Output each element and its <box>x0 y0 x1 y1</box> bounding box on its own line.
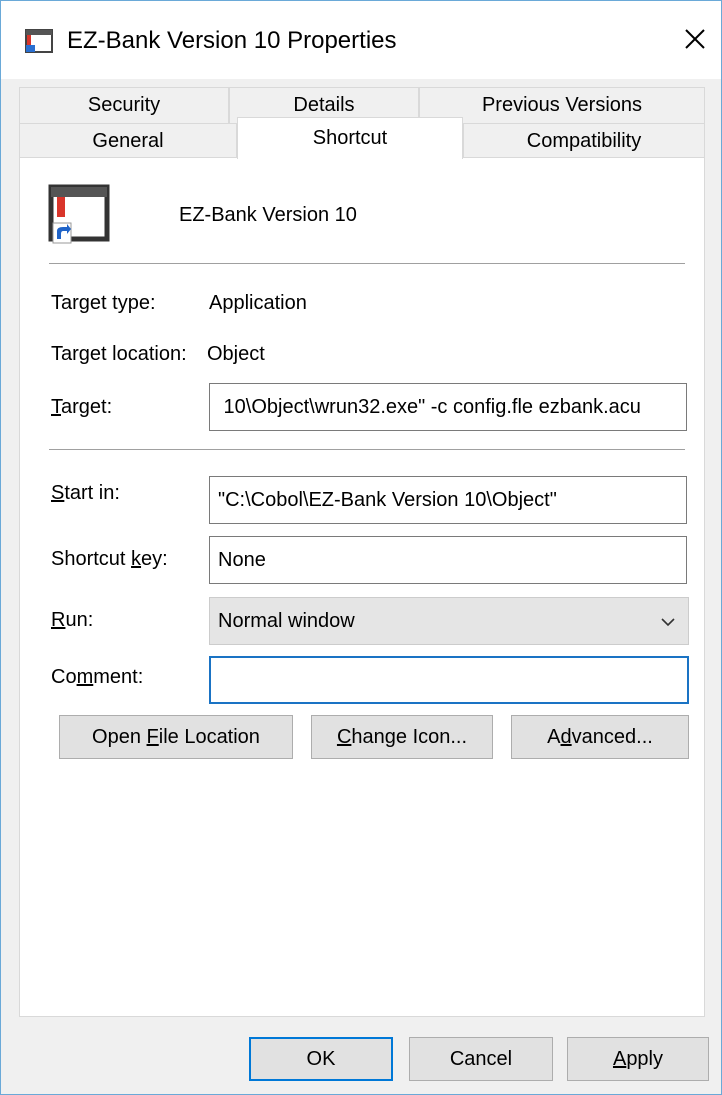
target-field[interactable]: 10\Object\wrun32.exe" -c config.fle ezba… <box>209 383 687 431</box>
shortcut-key-label: Shortcut key: <box>51 547 168 571</box>
tab-label: Security <box>87 94 161 116</box>
target-mnemonic: T <box>51 396 61 418</box>
apply-rest: pply <box>626 1047 664 1070</box>
target-label: Target: <box>51 395 112 419</box>
run-value: Normal window <box>218 609 355 632</box>
tab-label: Shortcut <box>312 127 388 149</box>
close-icon <box>685 29 705 49</box>
tab-label: Details <box>293 94 355 116</box>
shortcut-key-label-prefix: Shortcut <box>51 548 132 570</box>
tab-label: Previous Versions <box>481 94 643 116</box>
target-label-rest: arget: <box>61 396 113 418</box>
shortcut-app-icon <box>48 184 110 244</box>
ok-button[interactable]: OK <box>249 1037 393 1081</box>
title-bar[interactable]: EZ-Bank Version 10 Properties <box>1 1 721 79</box>
apply-button[interactable]: Apply <box>567 1037 709 1081</box>
separator-middle <box>49 449 685 450</box>
advanced-rest: vanced... <box>571 725 653 748</box>
run-label-rest: un: <box>65 609 94 631</box>
target-type-value: Application <box>209 292 307 314</box>
tab-security[interactable]: Security <box>19 87 229 123</box>
window-title: EZ-Bank Version 10 Properties <box>67 27 397 54</box>
change-icon-button[interactable]: Change Icon... <box>311 715 493 759</box>
cancel-label: Cancel <box>449 1047 513 1070</box>
shortcut-key-mnemonic: k <box>131 548 142 570</box>
tab-shortcut[interactable]: Shortcut <box>237 117 463 159</box>
advanced-button[interactable]: Ad vanced... <box>511 715 689 759</box>
shortcut-key-field[interactable]: None <box>209 536 687 584</box>
open-file-location-prefix: Open <box>92 725 147 748</box>
comment-label-prefix: Co <box>51 666 77 688</box>
comment-label-rest: ment: <box>93 666 144 688</box>
start-in-field[interactable]: "C:\Cobol\EZ-Bank Version 10\Object" <box>209 476 687 524</box>
tab-label: Compatibility <box>526 130 642 152</box>
shortcut-key-value: None <box>218 548 266 571</box>
separator-top <box>49 263 685 264</box>
target-type-label: Target type: <box>51 292 156 314</box>
start-in-mnemonic: S <box>51 482 65 504</box>
run-mnemonic: R <box>51 609 66 631</box>
open-file-location-rest: ile Location <box>158 725 260 748</box>
target-location-label: Target location: <box>51 343 187 365</box>
start-in-label-rest: tart in: <box>64 482 120 504</box>
tab-compatibility[interactable]: Compatibility <box>463 123 705 159</box>
open-file-location-button[interactable]: Open File Location <box>59 715 293 759</box>
open-file-location-mnemonic: F <box>146 725 159 748</box>
shortcut-name: EZ-Bank Version 10 <box>179 204 357 226</box>
comment-mnemonic: m <box>76 666 94 688</box>
apply-mnemonic: A <box>612 1047 627 1070</box>
advanced-mnemonic: d <box>560 725 572 748</box>
target-value: 10\Object\wrun32.exe" -c config.fle ezba… <box>218 395 641 418</box>
start-in-label: Start in: <box>51 481 120 505</box>
target-location-value: Object <box>207 343 265 365</box>
run-label: Run: <box>51 608 93 632</box>
shortcut-key-label-rest: ey: <box>141 548 168 570</box>
properties-dialog: EZ-Bank Version 10 Properties Security D… <box>0 0 722 1095</box>
start-in-value: "C:\Cobol\EZ-Bank Version 10\Object" <box>218 488 557 511</box>
change-icon-mnemonic: C <box>336 725 352 748</box>
tab-general[interactable]: General <box>19 123 237 159</box>
app-window-icon <box>25 29 53 53</box>
comment-field[interactable] <box>209 656 689 704</box>
cancel-button[interactable]: Cancel <box>409 1037 553 1081</box>
advanced-prefix: A <box>547 725 561 748</box>
close-button[interactable] <box>677 21 713 57</box>
change-icon-rest: hange Icon... <box>351 725 468 748</box>
comment-label: Comment: <box>51 665 143 689</box>
run-select[interactable]: Normal window <box>209 597 689 645</box>
chevron-down-icon <box>661 618 675 627</box>
shortcut-panel <box>19 157 705 1017</box>
ok-label: OK <box>306 1047 336 1070</box>
tab-label: General <box>92 130 164 152</box>
